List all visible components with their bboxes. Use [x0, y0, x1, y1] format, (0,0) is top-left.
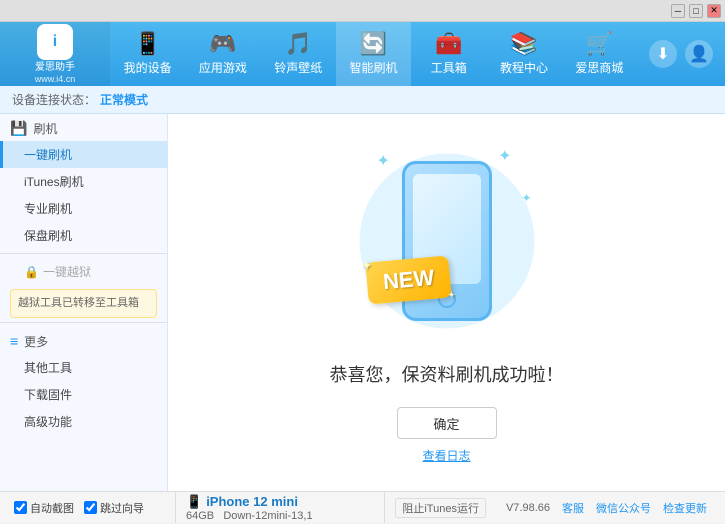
update-link[interactable]: 检查更新 — [663, 500, 707, 516]
new-badge: NEW — [365, 255, 452, 304]
more-section-icon: ≡ — [10, 333, 18, 349]
ringtone-icon: 🎵 — [285, 33, 312, 55]
bottom-right-section: 阻止iTunes运行 V7.98.66 客服 微信公众号 检查更新 — [384, 492, 717, 523]
itunes-flash-label: iTunes刷机 — [24, 175, 84, 189]
nav-store-label: 爱思商城 — [575, 59, 623, 76]
skip-wizard-checkbox[interactable]: 跳过向导 — [84, 500, 144, 516]
sparkle-3: ✦ — [521, 191, 531, 205]
header: i 爱思助手 www.i4.cn 📱 我的设备 🎮 应用游戏 🎵 铃声壁纸 🔄 … — [0, 22, 725, 86]
window-controls: ─ □ ✕ — [671, 4, 721, 18]
status-value: 正常模式 — [100, 91, 148, 108]
restore-button[interactable]: □ — [689, 4, 703, 18]
device-info-section: 📱 iPhone 12 mini 64GB Down-12mini-13,1 — [176, 492, 384, 524]
flash-section-label: 刷机 — [33, 120, 57, 137]
one-click-flash-label: 一键刷机 — [24, 148, 72, 162]
bottom-left-section: 自动截图 跳过向导 — [8, 492, 176, 523]
device-model: Down-12mini-13,1 — [223, 510, 312, 522]
save-flash-label: 保盘刷机 — [24, 229, 72, 243]
sidebar-item-itunes-flash[interactable]: iTunes刷机 — [0, 168, 167, 195]
content-area: ✦ ✦ ✦ NEW 恭喜您，保资料刷机成功啦！ 确定 查看日志 — [168, 114, 725, 491]
logo-icon: i — [37, 24, 73, 60]
device-icon: 📱 — [186, 494, 202, 510]
nav-ringtone[interactable]: 🎵 铃声壁纸 — [261, 22, 336, 86]
jailbreak-section-label: 一键越狱 — [43, 263, 91, 280]
nav-toolbox-label: 工具箱 — [431, 59, 467, 76]
sidebar-item-pro-flash[interactable]: 专业刷机 — [0, 195, 167, 222]
store-icon: 🛒 — [586, 33, 613, 55]
minimize-button[interactable]: ─ — [671, 4, 685, 18]
device-name-text: iPhone 12 mini — [206, 494, 298, 509]
nav-toolbox[interactable]: 🧰 工具箱 — [411, 22, 486, 86]
nav-my-device-label: 我的设备 — [124, 59, 172, 76]
nav-my-device[interactable]: 📱 我的设备 — [110, 22, 185, 86]
download-button[interactable]: ⬇ — [649, 40, 677, 68]
nav-apps-games-label: 应用游戏 — [199, 59, 247, 76]
skip-wizard-input[interactable] — [84, 501, 97, 514]
auto-jump-input[interactable] — [14, 501, 27, 514]
skip-wizard-label: 跳过向导 — [100, 500, 144, 516]
nav-ringtone-label: 铃声壁纸 — [274, 59, 322, 76]
device-storage: 64GB — [186, 510, 214, 522]
lock-icon: 🔒 — [24, 265, 39, 279]
smart-flash-icon: 🔄 — [360, 33, 387, 55]
version-text: V7.98.66 — [506, 502, 550, 514]
success-illustration: ✦ ✦ ✦ NEW — [357, 141, 537, 341]
logo-url: www.i4.cn — [35, 74, 76, 85]
nav-tutorial[interactable]: 📚 教程中心 — [486, 22, 561, 86]
my-device-icon: 📱 — [134, 33, 161, 55]
advanced-label: 高级功能 — [24, 415, 72, 429]
main-area: 💾 刷机 一键刷机 iTunes刷机 专业刷机 保盘刷机 🔒 一键越狱 越狱工具… — [0, 114, 725, 491]
device-details: 64GB Down-12mini-13,1 — [186, 510, 374, 522]
auto-jump-checkbox[interactable]: 自动截图 — [14, 500, 74, 516]
nav-store[interactable]: 🛒 爱思商城 — [562, 22, 637, 86]
sidebar-divider-1 — [0, 253, 167, 254]
wechat-link[interactable]: 微信公众号 — [596, 500, 651, 516]
nav-smart-flash[interactable]: 🔄 智能刷机 — [336, 22, 411, 86]
auto-jump-label: 自动截图 — [30, 500, 74, 516]
sidebar: 💾 刷机 一键刷机 iTunes刷机 专业刷机 保盘刷机 🔒 一键越狱 越狱工具… — [0, 114, 168, 491]
close-button[interactable]: ✕ — [707, 4, 721, 18]
bottom-bar-inner: 自动截图 跳过向导 📱 iPhone 12 mini 64GB Down-12m… — [8, 492, 717, 523]
sidebar-section-more[interactable]: ≡ 更多 — [0, 327, 167, 354]
sparkle-1: ✦ — [377, 151, 390, 171]
download-firmware-label: 下载固件 — [24, 388, 72, 402]
sidebar-item-advanced[interactable]: 高级功能 — [0, 408, 167, 435]
nav-right: ⬇ 👤 — [637, 40, 725, 68]
nav-apps-games[interactable]: 🎮 应用游戏 — [185, 22, 260, 86]
apps-games-icon: 🎮 — [209, 33, 236, 55]
sparkle-2: ✦ — [498, 146, 511, 166]
logo-name: 爱思助手 — [35, 62, 76, 74]
more-section-label: 更多 — [24, 333, 48, 350]
sidebar-section-flash[interactable]: 💾 刷机 — [0, 114, 167, 141]
secondary-link[interactable]: 查看日志 — [422, 447, 470, 464]
sidebar-item-save-flash[interactable]: 保盘刷机 — [0, 222, 167, 249]
toolbox-icon: 🧰 — [435, 33, 462, 55]
confirm-button[interactable]: 确定 — [397, 407, 497, 439]
status-bar: 设备连接状态： 正常模式 — [0, 86, 725, 114]
other-tools-label: 其他工具 — [24, 361, 72, 375]
nav-smart-flash-label: 智能刷机 — [349, 59, 397, 76]
jailbreak-info-box: 越狱工具已转移至工具箱 — [10, 289, 157, 318]
status-label: 设备连接状态： — [12, 91, 96, 108]
nav-items: 📱 我的设备 🎮 应用游戏 🎵 铃声壁纸 🔄 智能刷机 🧰 工具箱 📚 教程中心… — [110, 22, 637, 86]
support-link[interactable]: 客服 — [562, 500, 584, 516]
sidebar-divider-2 — [0, 322, 167, 323]
sidebar-jailbreak-disabled: 🔒 一键越狱 — [0, 258, 167, 285]
bottom-bar: 自动截图 跳过向导 📱 iPhone 12 mini 64GB Down-12m… — [0, 491, 725, 523]
sidebar-item-one-click-flash[interactable]: 一键刷机 — [0, 141, 167, 168]
success-text: 恭喜您，保资料刷机成功啦！ — [330, 361, 564, 387]
pro-flash-label: 专业刷机 — [24, 202, 72, 216]
title-bar: ─ □ ✕ — [0, 0, 725, 22]
tutorial-icon: 📚 — [510, 33, 537, 55]
itunes-toggle[interactable]: 阻止iTunes运行 — [395, 498, 486, 518]
logo-area: i 爱思助手 www.i4.cn — [0, 22, 110, 86]
device-name: 📱 iPhone 12 mini — [186, 494, 374, 510]
sidebar-item-download-firmware[interactable]: 下载固件 — [0, 381, 167, 408]
sidebar-item-other-tools[interactable]: 其他工具 — [0, 354, 167, 381]
jailbreak-info-text: 越狱工具已转移至工具箱 — [18, 297, 139, 309]
user-button[interactable]: 👤 — [685, 40, 713, 68]
nav-tutorial-label: 教程中心 — [500, 59, 548, 76]
flash-section-icon: 💾 — [10, 120, 27, 137]
